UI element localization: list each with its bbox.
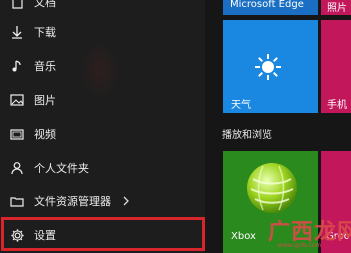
tile-microsoft-edge[interactable]: Microsoft Edge: [223, 0, 318, 15]
start-item-label: 个人文件夹: [34, 162, 89, 175]
start-item-label: 文档: [34, 0, 56, 9]
start-item-videos[interactable]: 视频: [0, 118, 205, 150]
tile-label: Microsoft Edge: [230, 0, 304, 10]
download-icon: [8, 23, 26, 41]
tile-label: 天气: [231, 100, 251, 111]
pictures-icon: [8, 91, 26, 109]
document-icon: [8, 0, 26, 11]
chevron-right-icon[interactable]: [119, 194, 133, 208]
tile-weather[interactable]: 天气: [223, 20, 318, 113]
start-item-downloads[interactable]: 下载: [0, 16, 205, 48]
video-icon: [8, 125, 26, 143]
xbox-sphere-icon: [245, 161, 299, 219]
user-folder-icon: [8, 159, 26, 177]
tile-label: 手机: [327, 100, 347, 111]
tile-group-title: 播放和浏览: [222, 130, 272, 141]
tile-label: Xbox: [231, 231, 256, 242]
start-item-file-explorer[interactable]: 文件资源管理器: [0, 185, 205, 217]
settings-highlight-box: [1, 217, 205, 251]
tile-phone[interactable]: 手机: [321, 20, 351, 113]
start-item-pictures[interactable]: 图片: [0, 84, 205, 116]
music-icon: [8, 57, 26, 75]
start-item-label: 下载: [34, 26, 56, 39]
start-item-label: 视频: [34, 128, 56, 141]
sun-icon: [253, 52, 283, 86]
watermark-url: www.gxlo.com: [278, 242, 322, 249]
start-item-label: 图片: [34, 94, 56, 107]
start-item-user-folder[interactable]: 个人文件夹: [0, 152, 205, 184]
file-explorer-icon: [8, 192, 26, 210]
start-item-music[interactable]: 音乐: [0, 50, 205, 82]
start-item-label: 文件资源管理器: [34, 195, 111, 208]
start-item-label: 音乐: [34, 60, 56, 73]
tile-photos[interactable]: 照片: [321, 0, 351, 15]
tile-label: 照片: [327, 3, 347, 14]
start-menu-left-pane: 文档 下载 音乐 图片 视频 个人文件夹 文件资源管理器 设置: [0, 0, 205, 253]
